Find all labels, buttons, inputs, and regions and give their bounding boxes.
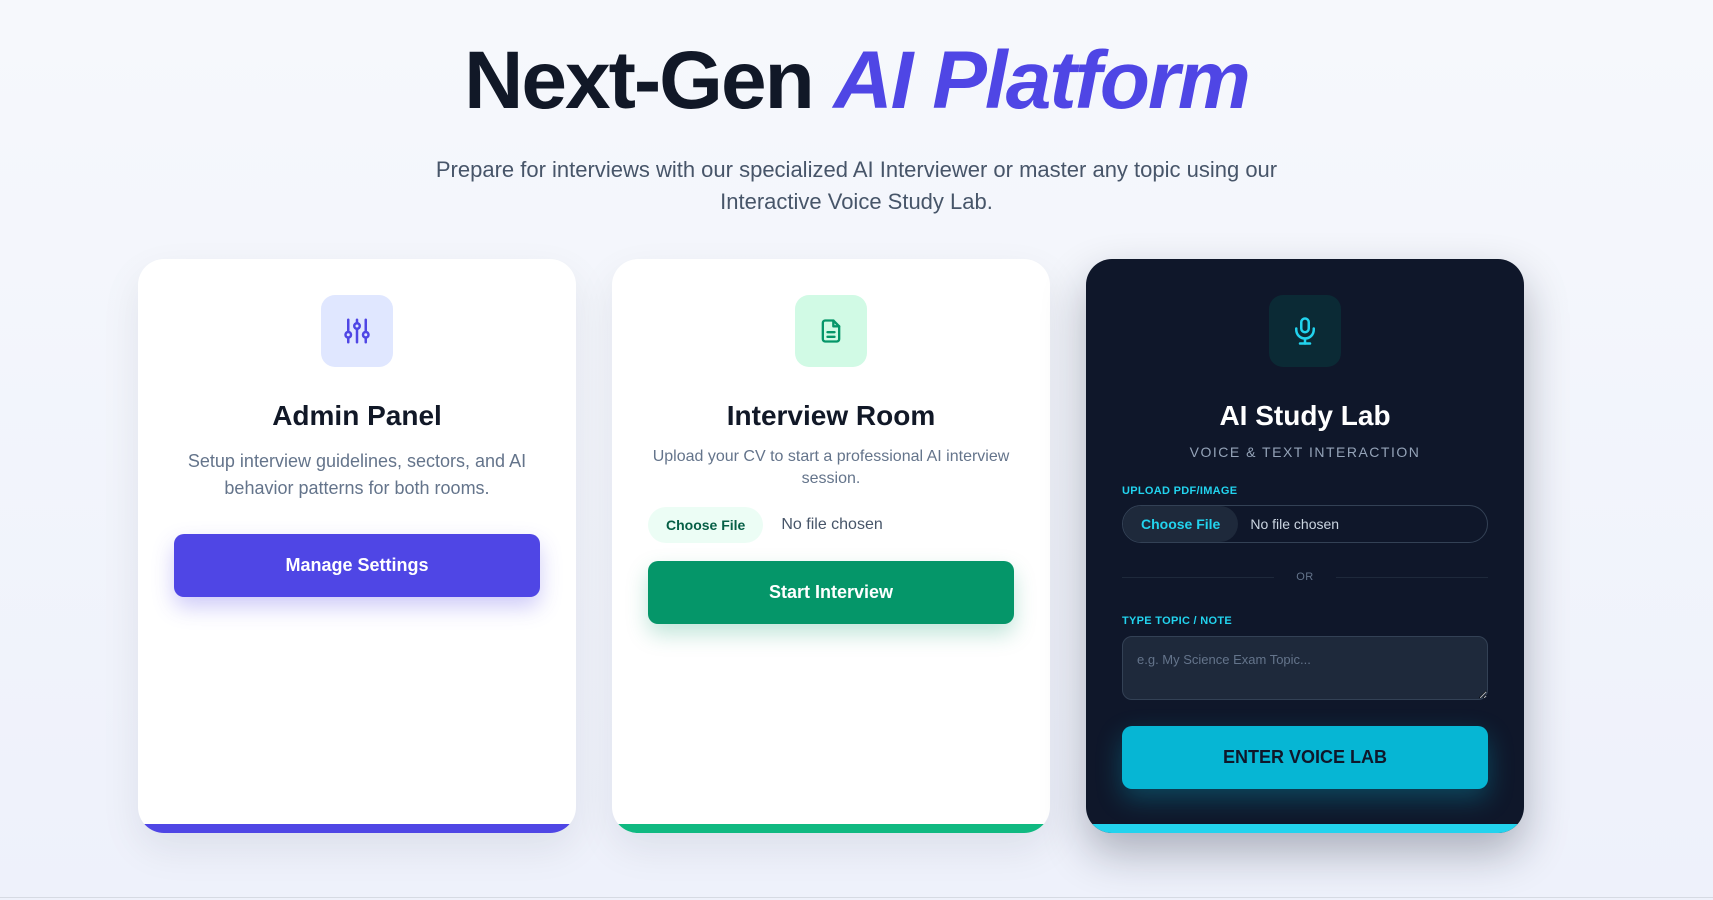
page-title-main: Next-Gen — [464, 35, 815, 126]
topic-label: TYPE TOPIC / NOTE — [1122, 615, 1233, 627]
topic-textarea[interactable] — [1122, 636, 1488, 700]
microphone-icon — [1295, 317, 1315, 345]
study-icon-box — [1269, 295, 1341, 367]
admin-panel-description: Setup interview guidelines, sectors, and… — [187, 451, 527, 498]
interview-room-title: Interview Room — [726, 400, 936, 431]
page-title-accent: AI Platform — [833, 35, 1250, 126]
interview-icon-box — [795, 295, 867, 367]
interview-room-description: Upload your CV to start a professional A… — [652, 448, 1010, 487]
upload-label: UPLOAD PDF/IMAGE — [1122, 485, 1238, 497]
divider-line-left — [1122, 576, 1275, 578]
enter-voice-lab-button[interactable]: ENTER VOICE LAB — [1122, 726, 1488, 789]
study-lab-subtitle: VOICE & TEXT INTERACTION — [1189, 444, 1421, 460]
admin-panel-title: Admin Panel — [272, 400, 442, 431]
cv-choose-file-button[interactable]: Choose File — [648, 507, 764, 543]
or-divider: OR — [1122, 571, 1488, 583]
study-accent-bar — [1086, 824, 1524, 833]
page-title: Next-Gen AI Platform — [0, 35, 1713, 126]
cv-file-status: No file chosen — [781, 516, 883, 533]
cv-file-input: Choose File No file chosen — [648, 507, 883, 543]
divider-text: OR — [1296, 571, 1314, 583]
manage-settings-button[interactable]: Manage Settings — [174, 534, 540, 597]
feature-cards: Admin Panel Setup interview guidelines, … — [138, 259, 1525, 833]
sliders-icon — [344, 318, 370, 344]
study-lab-title: AI Study Lab — [1219, 400, 1391, 431]
study-choose-file-button[interactable]: Choose File — [1123, 506, 1239, 542]
ai-study-lab-card: AI Study Lab VOICE & TEXT INTERACTION UP… — [1086, 259, 1524, 833]
page-bottom-border — [0, 897, 1713, 898]
page-subtitle: Prepare for interviews with our speciali… — [435, 157, 1278, 215]
admin-accent-bar — [138, 824, 576, 833]
divider-line-right — [1335, 576, 1488, 578]
interview-room-card: Interview Room Upload your CV to start a… — [612, 259, 1050, 833]
admin-icon-box — [321, 295, 393, 367]
document-icon — [821, 319, 841, 343]
admin-panel-card: Admin Panel Setup interview guidelines, … — [138, 259, 576, 833]
study-file-input: Choose File No file chosen — [1122, 505, 1488, 543]
interview-accent-bar — [612, 824, 1050, 833]
study-file-status: No file chosen — [1250, 516, 1340, 532]
hero-section: Next-Gen AI Platform Prepare for intervi… — [0, 0, 1713, 218]
start-interview-button[interactable]: Start Interview — [648, 561, 1014, 624]
